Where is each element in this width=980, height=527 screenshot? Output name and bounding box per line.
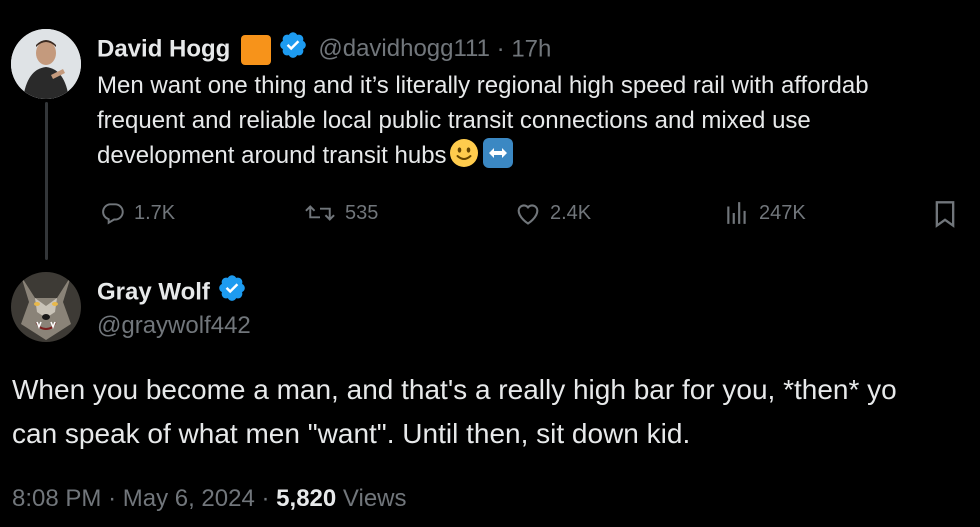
avatar-gray-wolf[interactable] <box>11 272 81 342</box>
bookmark-icon <box>935 201 955 228</box>
tweet1-body: Men want one thing and it’s literally re… <box>97 68 869 178</box>
reply-button[interactable]: 1.7K <box>100 200 175 226</box>
bookmark-button[interactable] <box>932 200 958 233</box>
tweet1-text-line-3-text: development around transit hubs <box>97 142 447 169</box>
tweet1-separator: · <box>496 35 505 63</box>
tweet2-name-row: Gray Wolf <box>97 273 247 313</box>
tweet1-handle[interactable]: @davidhogg111 <box>318 35 490 62</box>
views-button[interactable]: 247K <box>723 200 806 226</box>
orange-square-badge-icon[interactable] <box>241 35 272 65</box>
views-bar-chart-icon <box>727 202 746 224</box>
tweet2-text-line-2: can speak of what men "want". Until then… <box>12 418 691 449</box>
retweet-count: 535 <box>345 201 379 224</box>
tweet1-text-line-3: development around transit hubs <box>97 138 869 178</box>
heart-icon <box>517 204 539 225</box>
tweet2-meta: 8:08 PM · May 6, 2024 · 5,820 Views <box>12 482 407 516</box>
retweet-button[interactable]: 535 <box>303 200 378 226</box>
left-right-arrow-icon <box>482 138 513 168</box>
tweet2-time[interactable]: 8:08 PM <box>12 485 101 512</box>
slightly-smiling-face-icon <box>449 138 479 178</box>
tweet2-body: When you become a man, and that's a real… <box>12 368 897 456</box>
tweet2-date[interactable]: May 6, 2024 <box>123 485 255 512</box>
tweet1-display-name[interactable]: David Hogg <box>97 35 230 62</box>
like-button[interactable]: 2.4K <box>514 200 591 226</box>
like-count: 2.4K <box>550 201 592 224</box>
views-count: 247K <box>759 201 806 224</box>
tweet1-text-line-2: frequent and reliable local public trans… <box>97 107 811 134</box>
tweet2-text-line-1: When you become a man, and that's a real… <box>12 374 897 405</box>
verified-badge-icon[interactable] <box>278 30 308 70</box>
tweet2-separator-2: · <box>261 485 270 512</box>
tweet1-text-line-1: Men want one thing and it’s literally re… <box>97 72 869 99</box>
avatar-image <box>11 272 81 342</box>
tweet1-header: David Hogg @davidhogg111 · 17h <box>97 30 551 70</box>
retweet-icon <box>305 205 335 221</box>
verified-badge-icon[interactable] <box>217 273 247 313</box>
tweet2-views-count[interactable]: 5,820 <box>276 485 336 512</box>
avatar-image <box>11 29 81 99</box>
tweet2-handle[interactable]: @graywolf442 <box>97 309 251 343</box>
tweet2-views-label: Views <box>342 485 407 512</box>
thread-connector-line <box>45 102 48 260</box>
reply-count: 1.7K <box>134 201 176 224</box>
reply-icon <box>102 203 124 225</box>
tweet2-display-name[interactable]: Gray Wolf <box>97 278 210 305</box>
tweet1-time[interactable]: 17h <box>511 35 551 62</box>
avatar-david-hogg[interactable] <box>11 29 81 99</box>
tweet2-separator-1: · <box>108 485 117 512</box>
